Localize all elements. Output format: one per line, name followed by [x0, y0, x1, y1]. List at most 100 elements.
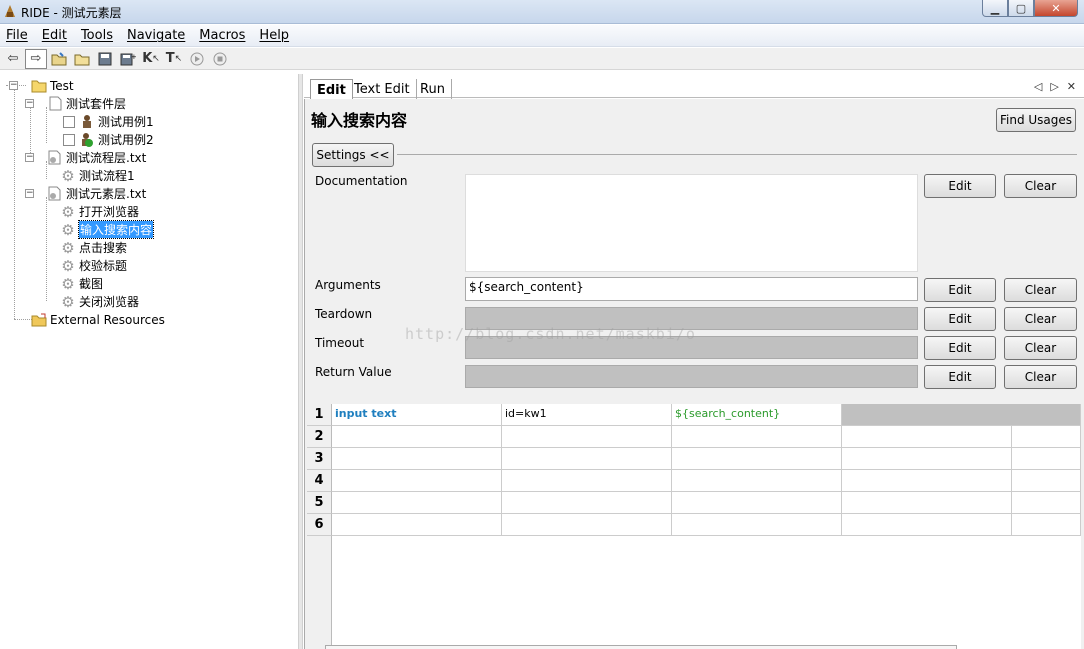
menu-navigate[interactable]: Navigate — [127, 28, 185, 43]
row-number[interactable]: 2 — [307, 426, 332, 448]
teardown-edit-button[interactable]: Edit — [924, 307, 996, 331]
grid-cell[interactable] — [502, 426, 672, 448]
tab-close-icon[interactable]: ✕ — [1067, 80, 1076, 93]
arguments-field[interactable]: ${search_content} — [465, 277, 918, 301]
close-button[interactable]: ✕ — [1034, 0, 1078, 17]
documentation-field[interactable] — [465, 174, 918, 272]
timeout-clear-button[interactable]: Clear — [1004, 336, 1077, 360]
save-icon[interactable] — [94, 49, 116, 69]
grid-cell[interactable] — [1012, 448, 1081, 470]
grid-cell[interactable] — [672, 514, 842, 536]
tab-left-icon[interactable]: ◁ — [1034, 80, 1042, 93]
return-value-field[interactable] — [465, 365, 918, 388]
tree-keyword-6[interactable]: ⚙ 关闭浏览器 — [60, 293, 139, 311]
resource-file-icon — [47, 186, 63, 202]
documentation-edit-button[interactable]: Edit — [924, 174, 996, 198]
grid-cell[interactable] — [502, 492, 672, 514]
forward-arrow-icon[interactable]: ⇨ — [25, 48, 47, 69]
tree-test-case-1[interactable]: 测试用例1 — [63, 113, 154, 130]
grid-cell[interactable] — [672, 426, 842, 448]
tree-element-file-label: 测试元素层.txt — [66, 187, 147, 201]
row-number[interactable]: 1 — [307, 404, 332, 426]
timeout-edit-button[interactable]: Edit — [924, 336, 996, 360]
grid-cell[interactable] — [672, 492, 842, 514]
tab-text-edit[interactable]: Text Edit — [348, 79, 417, 99]
stop-icon[interactable] — [209, 49, 231, 69]
tree-keyword-1[interactable]: ⚙ 打开浏览器 — [60, 203, 139, 221]
tab-run[interactable]: Run — [414, 79, 452, 99]
maximize-button[interactable]: ▢ — [1008, 0, 1034, 17]
tree-keyword-4[interactable]: ⚙ 校验标题 — [60, 257, 127, 275]
settings-toggle-button[interactable]: Settings << — [312, 143, 394, 167]
run-icon[interactable] — [186, 49, 208, 69]
row-number[interactable]: 4 — [307, 470, 332, 492]
menu-edit[interactable]: Edit — [42, 28, 67, 43]
menu-help[interactable]: Help — [259, 28, 289, 43]
tree-suite[interactable]: − 测试套件层 — [25, 95, 126, 112]
return-value-edit-button[interactable]: Edit — [924, 365, 996, 389]
grid-cell[interactable] — [842, 470, 1012, 492]
collapse-toggle[interactable]: − — [25, 153, 34, 162]
test-checkbox[interactable] — [63, 133, 75, 146]
row-number[interactable]: 5 — [307, 492, 332, 514]
row-number[interactable]: 6 — [307, 514, 332, 536]
pane-splitter[interactable] — [298, 74, 303, 649]
grid-cell[interactable] — [842, 404, 1081, 426]
collapse-toggle[interactable]: − — [25, 189, 34, 198]
grid-cell[interactable]: ${search_content} — [672, 404, 842, 426]
tab-edit[interactable]: Edit — [310, 79, 353, 99]
grid-cell[interactable] — [672, 448, 842, 470]
open-folder-icon[interactable] — [48, 49, 70, 69]
grid-cell[interactable] — [1012, 426, 1081, 448]
grid-cell[interactable] — [842, 426, 1012, 448]
tree-element-file[interactable]: − 测试元素层.txt — [25, 185, 146, 202]
grid-cell[interactable] — [1012, 514, 1081, 536]
collapse-toggle[interactable]: − — [25, 99, 34, 108]
grid-cell[interactable] — [1012, 492, 1081, 514]
tree-root[interactable]: − Test — [9, 77, 74, 94]
tab-right-icon[interactable]: ▷ — [1050, 80, 1058, 93]
back-arrow-icon[interactable]: ⇦ — [2, 49, 24, 69]
grid-cell[interactable] — [672, 470, 842, 492]
grid-cell[interactable] — [502, 470, 672, 492]
collapse-toggle[interactable]: − — [9, 81, 18, 90]
tree-keyword-2[interactable]: ⚙ 输入搜索内容 — [60, 220, 155, 239]
tree-test-case-2[interactable]: 测试用例2 — [63, 131, 154, 148]
search-keywords-icon[interactable]: K ↖ — [140, 49, 162, 69]
grid-cell[interactable] — [502, 514, 672, 536]
horizontal-scrollbar[interactable] — [325, 645, 957, 649]
find-usages-button[interactable]: Find Usages — [996, 108, 1076, 132]
grid-cell[interactable] — [332, 514, 502, 536]
grid-cell[interactable]: input text — [332, 404, 502, 426]
minimize-button[interactable]: ▁ — [982, 0, 1008, 17]
grid-cell[interactable] — [842, 514, 1012, 536]
arguments-edit-button[interactable]: Edit — [924, 278, 996, 302]
row-number[interactable]: 3 — [307, 448, 332, 470]
test-checkbox[interactable] — [63, 115, 75, 128]
tree-external-resources[interactable]: External Resources — [31, 311, 165, 328]
grid-cell[interactable] — [332, 470, 502, 492]
return-value-clear-button[interactable]: Clear — [1004, 365, 1077, 389]
tree-keyword-3[interactable]: ⚙ 点击搜索 — [60, 239, 127, 257]
grid-cell[interactable] — [332, 492, 502, 514]
teardown-clear-button[interactable]: Clear — [1004, 307, 1077, 331]
menu-macros[interactable]: Macros — [199, 28, 245, 43]
save-all-icon[interactable]: + — [117, 49, 139, 69]
tree-keyword-5[interactable]: ⚙ 截图 — [60, 275, 103, 293]
tree-flow-1-label: 测试流程1 — [79, 169, 135, 183]
grid-cell[interactable] — [502, 448, 672, 470]
grid-cell[interactable] — [332, 448, 502, 470]
open-directory-icon[interactable] — [71, 49, 93, 69]
grid-cell[interactable] — [842, 492, 1012, 514]
search-tests-icon[interactable]: T ↖ — [163, 49, 185, 69]
grid-cell[interactable] — [1012, 470, 1081, 492]
grid-cell[interactable] — [842, 448, 1012, 470]
documentation-clear-button[interactable]: Clear — [1004, 174, 1077, 198]
menu-file[interactable]: File — [6, 28, 28, 43]
grid-cell[interactable] — [332, 426, 502, 448]
tree-flow-1[interactable]: ⚙ 测试流程1 — [60, 167, 135, 185]
menu-tools[interactable]: Tools — [81, 28, 113, 43]
grid-cell[interactable]: id=kw1 — [502, 404, 672, 426]
arguments-clear-button[interactable]: Clear — [1004, 278, 1077, 302]
tree-flow-file[interactable]: − 测试流程层.txt — [25, 149, 146, 166]
